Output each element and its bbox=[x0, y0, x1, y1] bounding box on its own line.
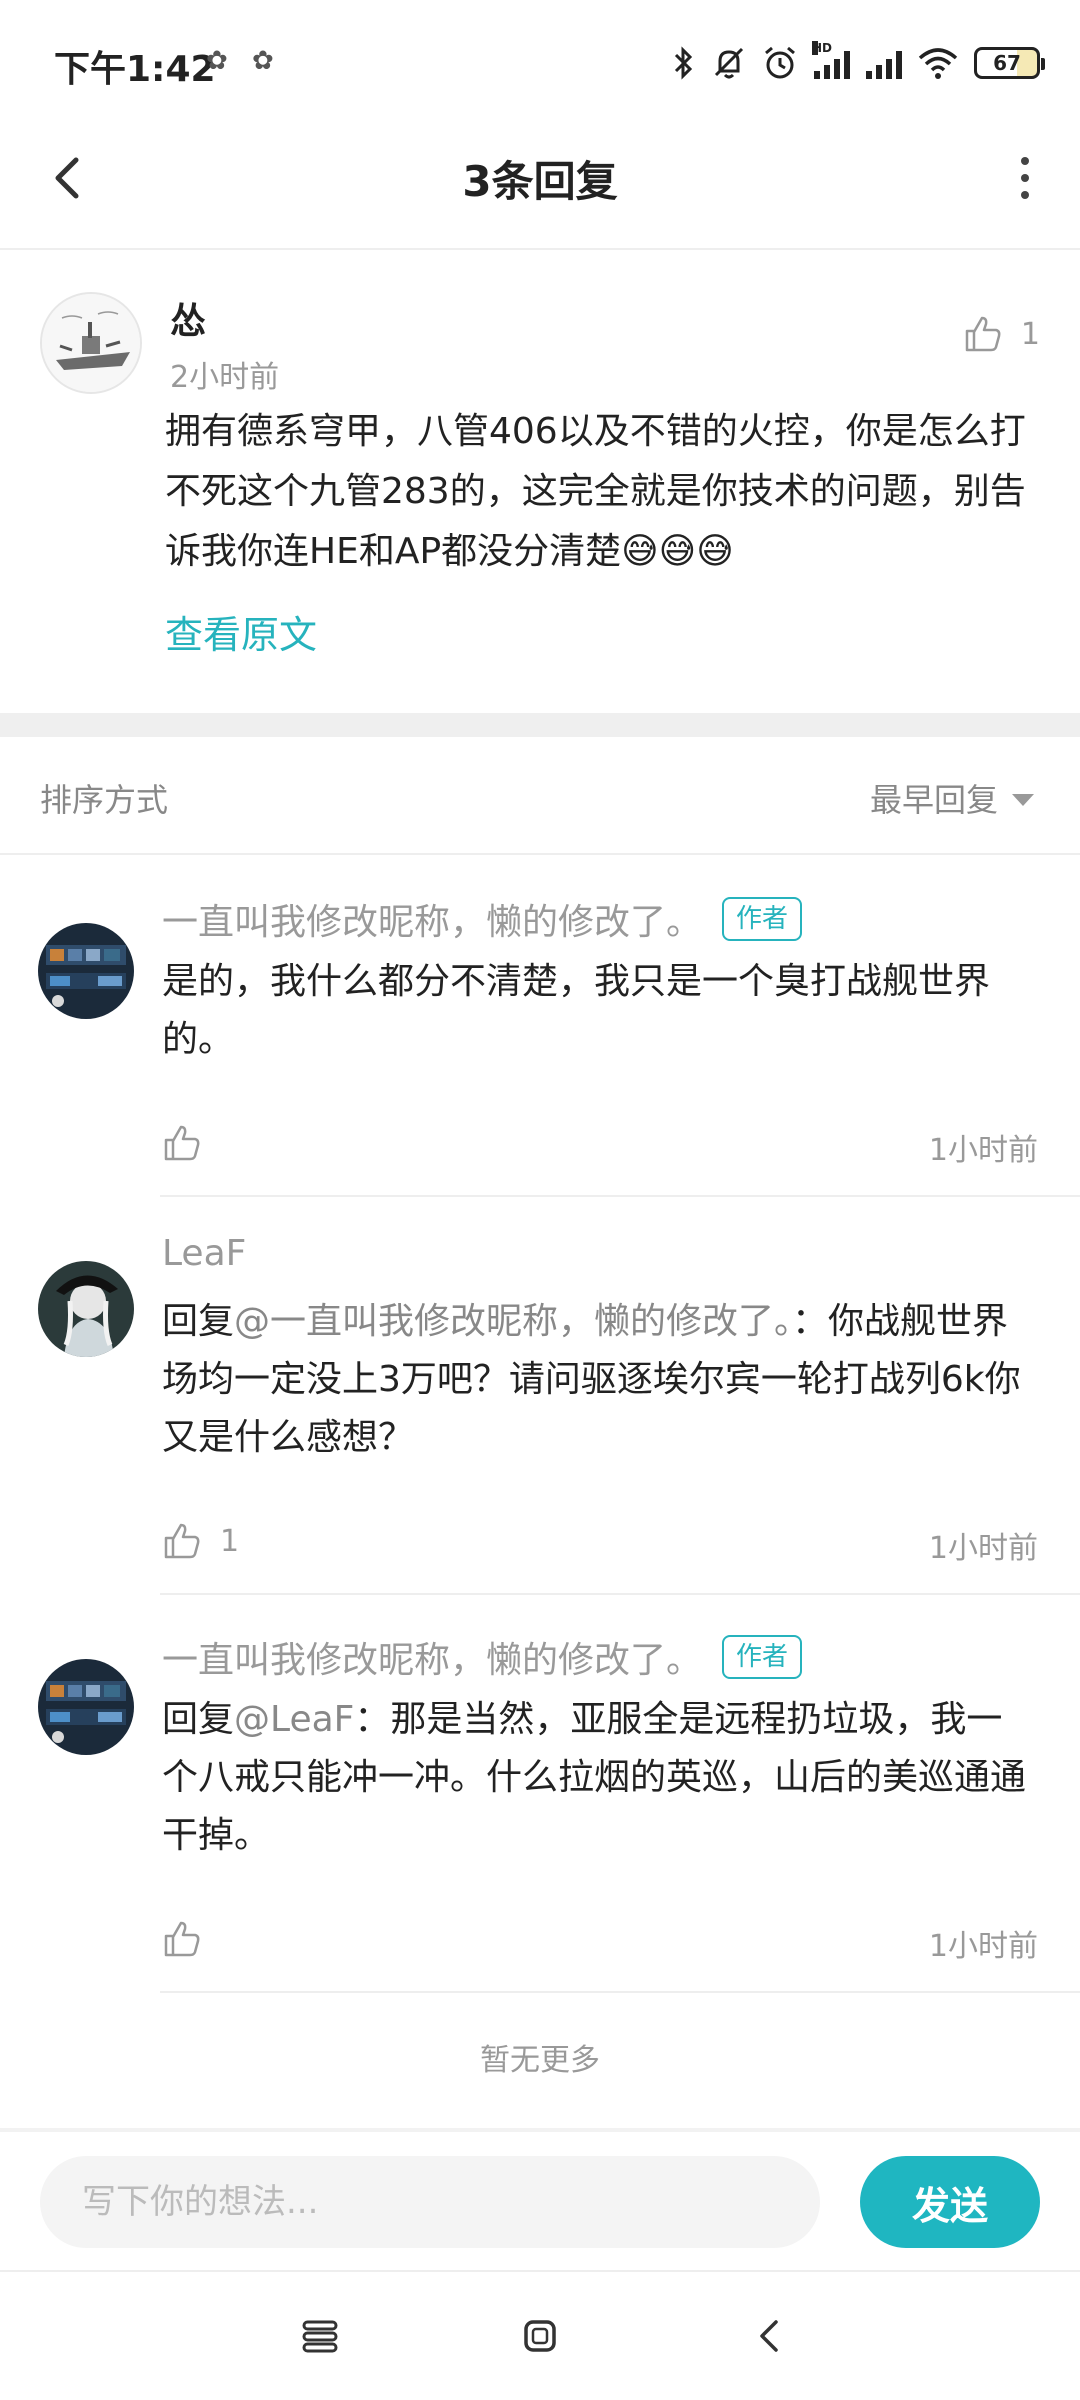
reply-author[interactable]: 一直叫我修改昵称，懒的修改了。 作者 bbox=[162, 1631, 803, 1683]
back-chevron-icon bbox=[760, 2320, 778, 2352]
character-avatar-image bbox=[38, 1261, 134, 1357]
bluetooth-icon bbox=[674, 46, 693, 80]
home-button[interactable] bbox=[510, 2306, 570, 2366]
status-bar: 下午1:42 ✿ ✿ HD 67 bbox=[0, 0, 1080, 120]
reply-author-name: 一直叫我修改昵称，懒的修改了。 bbox=[162, 902, 703, 943]
status-icons: HD 67 bbox=[672, 38, 1045, 88]
warship-avatar-image bbox=[42, 294, 140, 392]
reply-content: 是的，我什么都分不清楚，我只是一个臭打战舰世界的。 bbox=[162, 961, 991, 1060]
reply-prefix: 回复 bbox=[162, 1301, 235, 1342]
bell-muted-icon bbox=[714, 47, 744, 79]
game-screenshot-avatar-image bbox=[38, 1659, 134, 1755]
menu-lines-icon bbox=[302, 2320, 338, 2353]
comment-content: 拥有德系穹甲，八管406以及不错的火控，你是怎么打不死这个九管283的，这完全就… bbox=[165, 411, 1026, 572]
reply-time: 1小时前 bbox=[928, 1531, 1038, 1566]
recent-apps-button[interactable] bbox=[290, 2306, 350, 2366]
cellular-signal-icon: HD bbox=[812, 41, 850, 79]
more-options-button[interactable] bbox=[1000, 148, 1050, 208]
notification-icon: ✿ bbox=[252, 46, 274, 76]
avatar[interactable] bbox=[40, 292, 142, 394]
like-button[interactable]: 1 bbox=[162, 1521, 239, 1561]
avatar[interactable] bbox=[38, 1659, 134, 1755]
mention-link[interactable]: @LeaF bbox=[234, 1699, 354, 1740]
status-time: 下午1:42 bbox=[54, 49, 216, 90]
thumbs-up-icon bbox=[164, 1921, 200, 1957]
notification-icon: ✿ bbox=[206, 46, 228, 76]
thumbs-up-icon bbox=[965, 316, 1001, 352]
original-comment: 怂 2小时前 1 拥有德系穹甲，八管406以及不错的火控，你是怎么打不死这个九管… bbox=[0, 252, 1080, 712]
thumbs-up-icon bbox=[164, 1523, 200, 1559]
comment-input[interactable] bbox=[40, 2156, 820, 2248]
view-original-link[interactable]: 查看原文 bbox=[165, 604, 317, 659]
reply-item: 一直叫我修改昵称，懒的修改了。 作者 是的，我什么都分不清楚，我只是一个臭打战舰… bbox=[0, 857, 1080, 1197]
more-vertical-icon bbox=[1021, 157, 1029, 165]
reply-content: 回复@一直叫我修改昵称，懒的修改了。：你战舰世界场均一定没上3万吧？请问驱逐埃尔… bbox=[162, 1301, 1021, 1458]
like-count: 1 bbox=[1020, 316, 1040, 352]
reply-item: 一直叫我修改昵称，懒的修改了。 作者 回复@LeaF：那是当然，亚服全是远程扔垃… bbox=[0, 1595, 1080, 1993]
section-divider bbox=[0, 713, 1080, 737]
reply-author[interactable]: LeaF bbox=[162, 1233, 246, 1274]
mention-link[interactable]: @一直叫我修改昵称，懒的修改了。 bbox=[234, 1301, 792, 1342]
author-badge: 作者 bbox=[722, 1635, 803, 1679]
comment-time: 2小时前 bbox=[170, 360, 280, 395]
game-screenshot-avatar-image bbox=[38, 923, 134, 1019]
send-button[interactable]: 发送 bbox=[860, 2156, 1040, 2248]
system-back-button[interactable] bbox=[740, 2306, 800, 2366]
top-app-bar: 3条回复 bbox=[0, 120, 1080, 250]
like-count: 1 bbox=[220, 1523, 240, 1559]
divider bbox=[160, 1991, 1080, 1993]
battery-icon: 67 bbox=[974, 47, 1045, 79]
cellular-signal-icon bbox=[866, 47, 902, 79]
system-nav-bar bbox=[0, 2272, 1080, 2400]
reply-time: 1小时前 bbox=[928, 1133, 1038, 1168]
avatar[interactable] bbox=[38, 1261, 134, 1357]
comment-author[interactable]: 怂 bbox=[170, 292, 206, 344]
reply-content: 回复@LeaF：那是当然，亚服全是远程扔垃圾，我一个八戒只能冲一冲。什么拉烟的英… bbox=[162, 1699, 1027, 1856]
comment-input-bar: 发送 bbox=[0, 2132, 1080, 2272]
reply-author[interactable]: 一直叫我修改昵称，懒的修改了。 作者 bbox=[162, 893, 803, 945]
page-title: 3条回复 bbox=[462, 157, 618, 206]
alarm-icon bbox=[765, 46, 795, 79]
triangle-down-icon bbox=[1012, 794, 1034, 806]
home-square-icon bbox=[524, 2320, 556, 2352]
reply-item: LeaF 回复@一直叫我修改昵称，懒的修改了。：你战舰世界场均一定没上3万吧？请… bbox=[0, 1197, 1080, 1595]
sort-dropdown[interactable]: 最早回复 bbox=[870, 775, 1034, 821]
like-button[interactable]: 1 bbox=[963, 314, 1040, 354]
reply-author-name: LeaF bbox=[162, 1233, 247, 1274]
sort-label: 排序方式 bbox=[40, 781, 169, 819]
reply-time: 1小时前 bbox=[928, 1929, 1038, 1964]
thumbs-up-icon bbox=[164, 1125, 200, 1161]
reply-author-name: 一直叫我修改昵称，懒的修改了。 bbox=[162, 1640, 703, 1681]
avatar[interactable] bbox=[38, 923, 134, 1019]
like-button[interactable] bbox=[162, 1919, 202, 1959]
wifi-icon bbox=[918, 48, 958, 79]
reply-prefix: 回复 bbox=[162, 1699, 235, 1740]
sort-bar: 排序方式 最早回复 bbox=[0, 737, 1080, 855]
like-button[interactable] bbox=[162, 1123, 202, 1163]
author-badge: 作者 bbox=[722, 897, 803, 941]
no-more-label: 暂无更多 bbox=[480, 2043, 600, 2078]
sort-selected: 最早回复 bbox=[869, 781, 998, 819]
